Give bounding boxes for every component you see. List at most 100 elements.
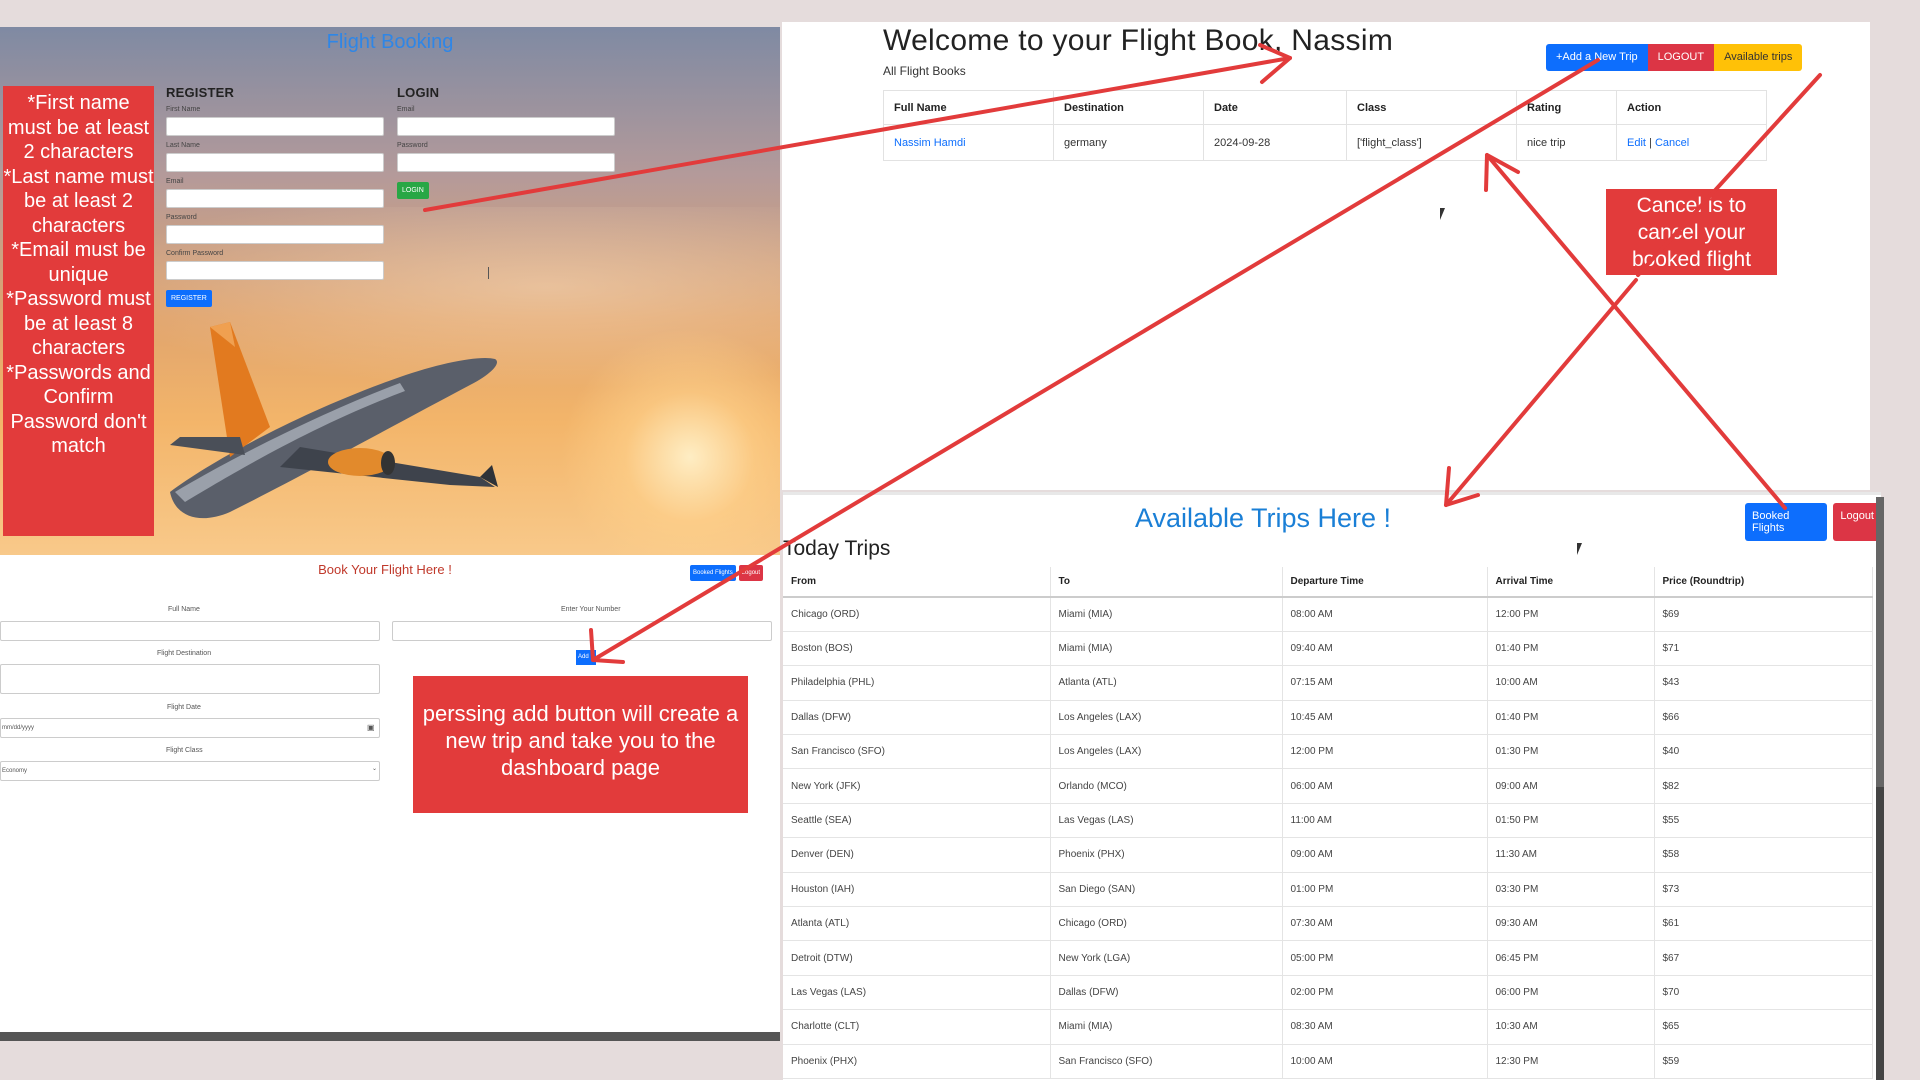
- register-email-field[interactable]: [166, 189, 384, 208]
- available-trips-screenshot: Available Trips Here ! Booked Flights Lo…: [783, 492, 1881, 1080]
- register-button[interactable]: REGISTER: [166, 290, 212, 307]
- price-cell: $43: [1654, 665, 1873, 701]
- arrival-cell: 12:30 PM: [1487, 1044, 1655, 1079]
- calendar-icon[interactable]: ▣: [367, 723, 375, 732]
- arrival-cell: 11:30 AM: [1487, 837, 1655, 873]
- to-cell: Las Vegas (LAS): [1050, 803, 1283, 839]
- last-name-field[interactable]: [166, 153, 384, 172]
- available-trips-button[interactable]: Available trips: [1714, 44, 1803, 71]
- register-password-field[interactable]: [166, 225, 384, 244]
- table-row: San Francisco (SFO) Los Angeles (LAX) 12:0…: [783, 734, 1873, 770]
- confirm-password-label: Confirm Password: [166, 250, 224, 257]
- add-button[interactable]: Add: [576, 650, 596, 665]
- flight-class-select[interactable]: [0, 761, 380, 781]
- col-full-name: Full Name: [883, 90, 1054, 125]
- to-cell: Miami (MIA): [1050, 631, 1283, 667]
- flight-date-value: mm/dd/yyyy: [2, 725, 35, 731]
- price-cell: $58: [1654, 837, 1873, 873]
- mouse-pointer-icon: [1577, 543, 1587, 555]
- arrival-cell: 06:45 PM: [1487, 940, 1655, 976]
- col-rating: Rating: [1516, 90, 1617, 125]
- login-email-field[interactable]: [397, 117, 615, 136]
- from-cell: New York (JFK): [783, 768, 1051, 804]
- col-action: Action: [1616, 90, 1767, 125]
- departure-cell: 05:00 PM: [1282, 940, 1488, 976]
- flight-books-table: Full Name Destination Date Class Rating …: [883, 90, 1767, 161]
- arrival-cell: 01:40 PM: [1487, 700, 1655, 736]
- col-date: Date: [1203, 90, 1347, 125]
- full-name-input[interactable]: [0, 621, 380, 641]
- table-row: Phoenix (PHX) San Francisco (SFO) 10:00 AM…: [783, 1044, 1873, 1079]
- col-price: Price (Roundtrip): [1654, 567, 1873, 598]
- email-label: Email: [166, 178, 184, 185]
- to-cell: Phoenix (PHX): [1050, 837, 1283, 873]
- price-cell: $40: [1654, 734, 1873, 770]
- confirm-password-field[interactable]: [166, 261, 384, 280]
- logout-button[interactable]: LOGOUT: [1647, 44, 1715, 71]
- from-cell: Houston (IAH): [783, 872, 1051, 908]
- departure-cell: 12:00 PM: [1282, 734, 1488, 770]
- login-password-field[interactable]: [397, 153, 615, 172]
- table-row: Seattle (SEA) Las Vegas (LAS) 11:00 AM 01:5…: [783, 803, 1873, 839]
- arrival-cell: 01:40 PM: [1487, 631, 1655, 667]
- price-cell: $73: [1654, 872, 1873, 908]
- book-flight-toolbar: Booked Flights Logout: [690, 565, 764, 581]
- add-trip-button[interactable]: +Add a New Trip: [1546, 44, 1648, 71]
- password-label: Password: [166, 214, 197, 221]
- price-cell: $69: [1654, 597, 1873, 632]
- departure-cell: 10:45 AM: [1282, 700, 1488, 736]
- table-row: Detroit (DTW) New York (LGA) 05:00 PM 06:45…: [783, 940, 1873, 976]
- welcome-heading: Welcome to your Flight Book, Nassim: [883, 24, 1394, 57]
- horizontal-scrollbar[interactable]: [0, 1032, 780, 1041]
- departure-cell: 09:40 AM: [1282, 631, 1488, 667]
- table-row: Denver (DEN) Phoenix (PHX) 09:00 AM 11:30 A…: [783, 837, 1873, 873]
- first-name-field[interactable]: [166, 117, 384, 136]
- from-cell: Denver (DEN): [783, 837, 1051, 873]
- validation-note: *First name must be at least 2 character…: [3, 86, 154, 536]
- destination-cell: germany: [1053, 124, 1204, 161]
- from-cell: Atlanta (ATL): [783, 906, 1051, 942]
- price-cell: $59: [1654, 1044, 1873, 1079]
- trips-booked-flights-button[interactable]: Booked Flights: [1745, 503, 1828, 541]
- to-cell: Dallas (DFW): [1050, 975, 1283, 1011]
- trips-logout-button[interactable]: Logout: [1833, 503, 1881, 541]
- departure-cell: 08:30 AM: [1282, 1009, 1488, 1045]
- table-row: Las Vegas (LAS) Dallas (DFW) 02:00 PM 06:00…: [783, 975, 1873, 1011]
- departure-cell: 07:15 AM: [1282, 665, 1488, 701]
- arrival-cell: 06:00 PM: [1487, 975, 1655, 1011]
- phone-input[interactable]: [392, 621, 772, 641]
- to-cell: San Diego (SAN): [1050, 872, 1283, 908]
- action-cell: Edit | Cancel: [1616, 124, 1767, 161]
- login-button[interactable]: LOGIN: [397, 182, 429, 199]
- edit-link[interactable]: Edit: [1627, 137, 1646, 149]
- traveler-name-link[interactable]: Nassim Hamdi: [894, 137, 966, 149]
- trips-table-body: Chicago (ORD) Miami (MIA) 08:00 AM 12:00 PM…: [783, 597, 1873, 1079]
- from-cell: Dallas (DFW): [783, 700, 1051, 736]
- table-row: Atlanta (ATL) Chicago (ORD) 07:30 AM 09:30 …: [783, 906, 1873, 942]
- flight-date-input[interactable]: [0, 718, 380, 738]
- cancel-link[interactable]: Cancel: [1655, 137, 1689, 149]
- to-cell: Los Angeles (LAX): [1050, 700, 1283, 736]
- arrival-cell: 09:30 AM: [1487, 906, 1655, 942]
- trips-toolbar: Booked Flights Logout: [1745, 503, 1881, 541]
- table-header-row: Full Name Destination Date Class Rating …: [883, 90, 1767, 125]
- from-cell: Seattle (SEA): [783, 803, 1051, 839]
- departure-cell: 11:00 AM: [1282, 803, 1488, 839]
- book-logout-button[interactable]: Logout: [738, 565, 764, 581]
- booked-flights-button[interactable]: Booked Flights: [690, 565, 736, 581]
- cancel-note: Cancel is to cancel your booked flight: [1606, 189, 1777, 275]
- col-arrival: Arrival Time: [1487, 567, 1655, 598]
- table-row: Houston (IAH) San Diego (SAN) 01:00 PM 03:3…: [783, 872, 1873, 908]
- table-row: Charlotte (CLT) Miami (MIA) 08:30 AM 10:30 …: [783, 1009, 1873, 1045]
- price-cell: $61: [1654, 906, 1873, 942]
- register-form: REGISTER First Name Last Name Email Pass…: [166, 85, 384, 307]
- chevron-down-icon: ⌄: [372, 766, 378, 772]
- destination-input[interactable]: [0, 664, 380, 694]
- login-password-label: Password: [397, 142, 428, 149]
- scrollbar-thumb[interactable]: [1876, 497, 1884, 787]
- book-flight-title: Book Your Flight Here !: [318, 562, 452, 577]
- from-cell: Boston (BOS): [783, 631, 1051, 667]
- departure-cell: 10:00 AM: [1282, 1044, 1488, 1079]
- trips-header-row: From To Departure Time Arrival Time Pric…: [783, 567, 1873, 598]
- flight-date-label: Flight Date: [167, 704, 201, 711]
